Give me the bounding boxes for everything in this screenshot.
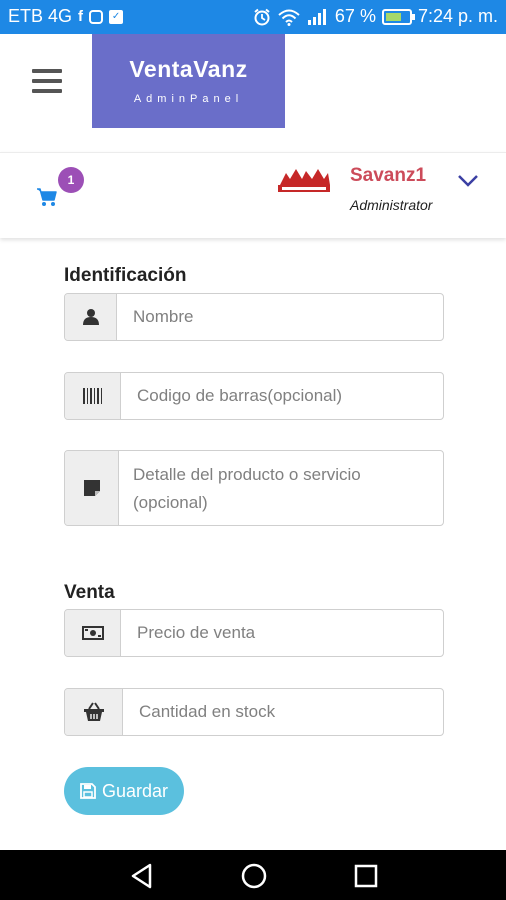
- user-bar: 1 Savanz1 Administrator: [0, 152, 506, 238]
- save-button-label: Guardar: [101, 780, 169, 801]
- cart-count-badge: 1: [58, 167, 84, 193]
- save-button[interactable]: Guardar: [64, 767, 184, 815]
- detail-textarea[interactable]: [119, 451, 443, 525]
- barcode-icon: [65, 373, 121, 419]
- status-bar: ETB 4G f ✓ 67 % 7:24 p. m.: [0, 0, 506, 34]
- carrier-label: ETB 4G: [8, 6, 73, 26]
- barcode-input[interactable]: [121, 373, 443, 419]
- cart-icon[interactable]: [36, 187, 58, 207]
- user-role: Administrator: [350, 197, 433, 213]
- home-icon[interactable]: [240, 862, 268, 890]
- battery-icon: [381, 8, 415, 25]
- price-field: [64, 609, 444, 657]
- battery-percent: 67 %: [334, 6, 376, 26]
- gallery-notification-icon: [89, 9, 104, 24]
- download-notification-icon: ✓: [109, 9, 124, 24]
- name-input[interactable]: [117, 294, 443, 340]
- name-field: [64, 293, 444, 341]
- basket-icon: [65, 689, 123, 735]
- alarm-icon: [254, 8, 270, 25]
- signal-icon: [307, 8, 326, 25]
- note-icon: [65, 451, 119, 525]
- recents-icon[interactable]: [352, 862, 380, 890]
- stock-field: [64, 688, 444, 736]
- money-icon: [65, 610, 121, 656]
- wifi-icon: [278, 9, 300, 26]
- brand-title: VentaVanz: [129, 56, 248, 82]
- app-header: VentaVanz AdminPanel: [0, 34, 506, 130]
- facebook-notification-icon: f: [78, 8, 84, 25]
- barcode-field: [64, 372, 444, 420]
- brand-subtitle: AdminPanel: [133, 93, 244, 105]
- chevron-down-icon[interactable]: [456, 173, 480, 189]
- floppy-disk-icon: [80, 783, 96, 799]
- brand-logo[interactable]: VentaVanz AdminPanel: [92, 34, 285, 128]
- stock-input[interactable]: [123, 689, 443, 735]
- price-input[interactable]: [121, 610, 443, 656]
- back-icon[interactable]: [128, 862, 156, 890]
- clock: 7:24 p. m.: [417, 6, 498, 26]
- sale-title: Venta: [64, 582, 115, 603]
- user-icon: [65, 294, 117, 340]
- user-name[interactable]: Savanz1: [350, 165, 426, 187]
- hamburger-icon[interactable]: [32, 69, 62, 95]
- user-avatar-logo[interactable]: [276, 165, 332, 195]
- system-nav-bar: [0, 850, 506, 900]
- identification-title: Identificación: [64, 265, 187, 286]
- detail-field: [64, 450, 444, 526]
